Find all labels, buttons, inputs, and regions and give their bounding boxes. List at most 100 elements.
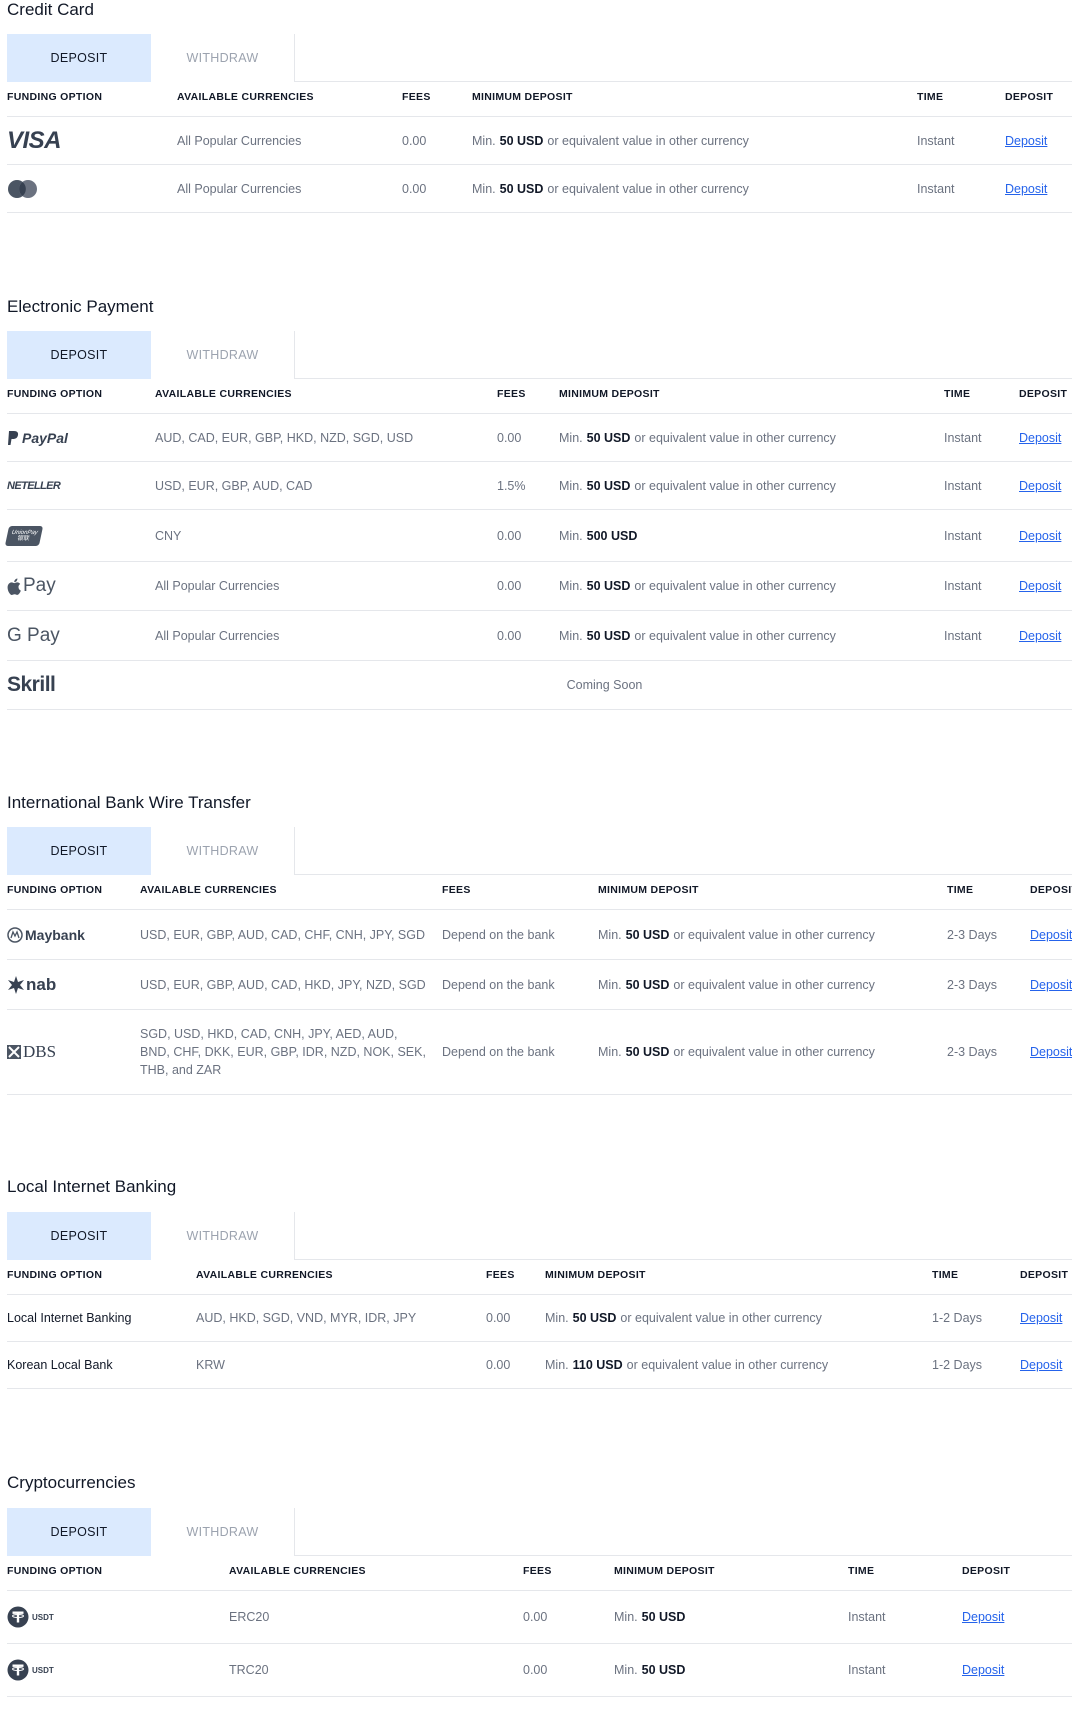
- min-suffix: or equivalent value in other currency: [634, 478, 836, 493]
- minimum-deposit-cell: Min. 50 USD or equivalent value in other c…: [559, 562, 836, 610]
- fees-cell: 0.00: [523, 1610, 548, 1624]
- deposit-link-cell: Deposit: [1019, 611, 1061, 660]
- withdraw-tab[interactable]: WITHDRAW: [151, 34, 295, 82]
- deposit-link[interactable]: Deposit: [1030, 928, 1072, 942]
- min-amount: 50 USD: [572, 1311, 617, 1325]
- min-amount: 50 USD: [586, 478, 631, 493]
- col-available-currencies: AVAILABLE CURRENCIES: [140, 883, 277, 896]
- withdraw-tab[interactable]: WITHDRAW: [151, 1212, 295, 1260]
- min-prefix: Min.: [545, 1311, 569, 1325]
- maybank-logo-text: Maybank: [25, 926, 85, 943]
- col-time: TIME: [947, 883, 974, 896]
- deposit-link[interactable]: Deposit: [1005, 182, 1047, 196]
- deposit-tab[interactable]: DEPOSIT: [7, 1508, 151, 1556]
- table-row: USDT ERC20 0.00 Min. 50 USD Instant Depos…: [7, 1591, 1072, 1644]
- currencies-cell: USD, EUR, GBP, AUD, CAD, HKD, JPY, NZD, …: [140, 977, 426, 992]
- time-cell: 2-3 Days: [947, 1045, 998, 1059]
- neteller-logo-text: NETELLER: [7, 479, 61, 492]
- min-amount: 50 USD: [625, 977, 670, 992]
- time-cell: Instant: [848, 1663, 886, 1677]
- min-suffix: or equivalent value in other currency: [673, 977, 875, 992]
- table-header: FUNDING OPTION AVAILABLE CURRENCIES FEES…: [7, 77, 1072, 117]
- neteller-logo: NETELLER: [7, 462, 61, 509]
- time-cell: 1-2 Days: [932, 1358, 983, 1372]
- col-deposit: DEPOSIT: [1020, 1268, 1069, 1281]
- currencies-cell: All Popular Currencies: [177, 133, 302, 148]
- withdraw-tab[interactable]: WITHDRAW: [151, 827, 295, 875]
- deposit-link[interactable]: Deposit: [962, 1663, 1004, 1677]
- deposit-link[interactable]: Deposit: [1020, 1358, 1062, 1372]
- deposit-link-cell: Deposit: [1019, 562, 1061, 610]
- tab-bar: DEPOSIT WITHDRAW: [7, 1212, 1072, 1260]
- deposit-link-cell: Deposit: [1005, 117, 1047, 164]
- min-amount: 50 USD: [499, 133, 544, 148]
- deposit-link-cell: Deposit: [962, 1644, 1004, 1696]
- currencies-cell: USD, EUR, GBP, AUD, CAD: [155, 478, 313, 493]
- deposit-tab[interactable]: DEPOSIT: [7, 331, 151, 379]
- tab-bar: DEPOSIT WITHDRAW: [7, 34, 1072, 82]
- skrill-logo: Skrill: [7, 661, 56, 709]
- deposit-link[interactable]: Deposit: [1030, 1045, 1072, 1059]
- deposit-link-cell: Deposit: [1030, 960, 1072, 1009]
- withdraw-tab[interactable]: WITHDRAW: [151, 1508, 295, 1556]
- deposit-link-cell: Deposit: [1020, 1295, 1062, 1341]
- min-prefix: Min.: [559, 579, 583, 593]
- table-row: Pay All Popular Currencies 0.00 Min. 50 U…: [7, 562, 1072, 611]
- google-pay-logo-text: G Pay: [7, 624, 60, 646]
- deposit-tab[interactable]: DEPOSIT: [7, 1212, 151, 1260]
- time-cell: Instant: [944, 478, 982, 493]
- minimum-deposit-cell: Min. 50 USD or equivalent value in other c…: [472, 117, 749, 164]
- deposit-link[interactable]: Deposit: [1019, 479, 1061, 493]
- withdraw-tab[interactable]: WITHDRAW: [151, 331, 295, 379]
- table-row: Local Internet Banking AUD, HKD, SGD, VN…: [7, 1295, 1072, 1342]
- currencies-cell: TRC20: [229, 1663, 269, 1677]
- usdt-logo-text: USDT: [32, 1612, 54, 1622]
- fees-cell: 1.5%: [497, 478, 526, 493]
- skrill-logo-text: Skrill: [7, 673, 56, 696]
- visa-logo: VISA: [7, 117, 62, 164]
- unionpay-logo: UnionPay 银联: [4, 510, 44, 561]
- nab-star-icon: [8, 975, 24, 994]
- deposit-link[interactable]: Deposit: [1005, 134, 1047, 148]
- minimum-deposit-cell: Min. 50 USD or equivalent value in other c…: [472, 165, 749, 212]
- min-amount: 50 USD: [586, 579, 631, 593]
- fees-cell: 0.00: [402, 133, 427, 148]
- time-cell: Instant: [944, 628, 982, 643]
- col-time: TIME: [917, 90, 944, 103]
- min-prefix: Min.: [559, 478, 583, 493]
- deposit-link[interactable]: Deposit: [1019, 629, 1061, 643]
- col-minimum-deposit: MINIMUM DEPOSIT: [472, 90, 573, 103]
- nab-logo: nab: [7, 960, 56, 1009]
- time-cell: 1-2 Days: [932, 1311, 983, 1325]
- min-prefix: Min.: [545, 1358, 569, 1372]
- col-deposit: DEPOSIT: [1005, 90, 1054, 103]
- fees-cell: 0.00: [497, 579, 522, 593]
- apple-pay-logo-text: Pay: [23, 575, 56, 596]
- min-prefix: Min.: [472, 181, 496, 196]
- section-title: Cryptocurrencies: [7, 1473, 136, 1492]
- min-prefix: Min.: [614, 1610, 638, 1624]
- usdt-logo: USDT: [7, 1644, 54, 1696]
- deposit-link[interactable]: Deposit: [1019, 579, 1061, 593]
- min-prefix: Min.: [598, 977, 622, 992]
- col-available-currencies: AVAILABLE CURRENCIES: [229, 1564, 366, 1577]
- time-cell: Instant: [944, 430, 982, 445]
- deposit-link[interactable]: Deposit: [962, 1610, 1004, 1624]
- deposit-tab[interactable]: DEPOSIT: [7, 34, 151, 82]
- google-pay-logo: G Pay: [7, 611, 60, 660]
- deposit-tab[interactable]: DEPOSIT: [7, 827, 151, 875]
- min-amount: 50 USD: [625, 927, 670, 942]
- deposit-link[interactable]: Deposit: [1020, 1311, 1062, 1325]
- table-row: G Pay All Popular Currencies 0.00 Min. 50…: [7, 611, 1072, 661]
- section-title: International Bank Wire Transfer: [7, 793, 251, 812]
- fees-cell: 0.00: [497, 528, 522, 543]
- fees-cell: 0.00: [486, 1358, 511, 1372]
- min-prefix: Min.: [598, 927, 622, 942]
- deposit-link[interactable]: Deposit: [1030, 978, 1072, 992]
- funding-option-name: Local Internet Banking: [7, 1311, 132, 1325]
- dbs-icon: [7, 1045, 21, 1059]
- deposit-link[interactable]: Deposit: [1019, 431, 1061, 445]
- fees-cell: Depend on the bank: [442, 1045, 555, 1059]
- tab-bar: DEPOSIT WITHDRAW: [7, 1508, 1072, 1556]
- deposit-link[interactable]: Deposit: [1019, 529, 1061, 543]
